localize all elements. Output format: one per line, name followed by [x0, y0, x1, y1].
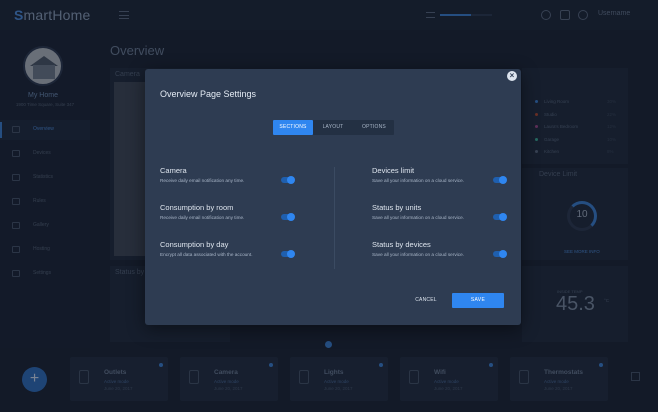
setting-description: Save all your information on a cloud ser… — [372, 252, 464, 257]
tab-sections[interactable]: SECTIONS — [273, 120, 313, 135]
setting-consumption-by-day: Consumption by day Encrypt all data asso… — [160, 240, 310, 266]
setting-camera: Camera Receive daily email notification … — [160, 166, 310, 192]
camera-toggle[interactable] — [281, 176, 295, 184]
setting-description: Save all your information on a cloud ser… — [372, 215, 464, 220]
tab-options[interactable]: OPTIONS — [354, 120, 394, 135]
setting-title: Consumption by day — [160, 240, 229, 249]
settings-tabs: SECTIONS LAYOUT OPTIONS — [273, 120, 394, 135]
modal-title: Overview Page Settings — [160, 89, 257, 99]
save-button[interactable]: SAVE — [452, 293, 504, 308]
tab-layout[interactable]: LAYOUT — [313, 120, 353, 135]
setting-consumption-by-room: Consumption by room Receive daily email … — [160, 203, 310, 229]
setting-title: Status by devices — [372, 240, 431, 249]
settings-modal: Overview Page Settings × SECTIONS LAYOUT… — [145, 69, 521, 325]
close-icon[interactable]: × — [507, 71, 517, 81]
status-by-units-toggle[interactable] — [493, 213, 507, 221]
setting-title: Devices limit — [372, 166, 415, 175]
setting-description: Receive daily email notification any tim… — [160, 215, 245, 220]
setting-title: Camera — [160, 166, 187, 175]
setting-devices-limit: Devices limit Save all your information … — [372, 166, 522, 192]
column-divider — [334, 167, 335, 269]
consumption-by-day-toggle[interactable] — [281, 250, 295, 258]
consumption-by-room-toggle[interactable] — [281, 213, 295, 221]
setting-status-by-units: Status by units Save all your informatio… — [372, 203, 522, 229]
setting-description: Save all your information on a cloud ser… — [372, 178, 464, 183]
status-by-devices-toggle[interactable] — [493, 250, 507, 258]
setting-description: Receive daily email notification any tim… — [160, 178, 245, 183]
setting-title: Consumption by room — [160, 203, 234, 212]
devices-limit-toggle[interactable] — [493, 176, 507, 184]
setting-status-by-devices: Status by devices Save all your informat… — [372, 240, 522, 266]
setting-description: Encrypt all data associated with the acc… — [160, 252, 253, 257]
setting-title: Status by units — [372, 203, 422, 212]
cancel-button[interactable]: CANCEL — [411, 293, 441, 308]
